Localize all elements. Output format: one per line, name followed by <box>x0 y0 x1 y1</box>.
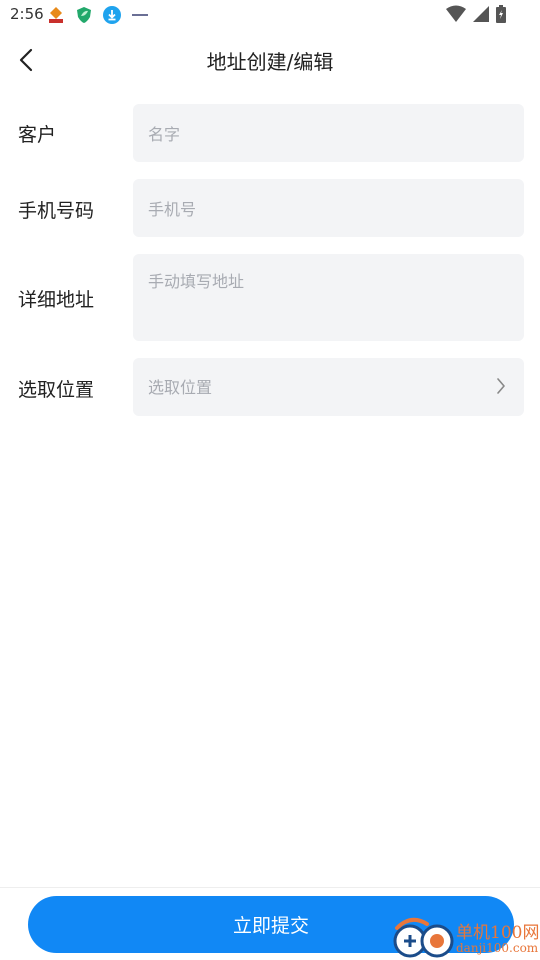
footer-divider <box>0 887 540 888</box>
phone-row: 手机号码 手机号 <box>0 179 540 237</box>
address-row: 详细地址 手动填写地址 <box>0 254 540 341</box>
battery-icon <box>496 5 506 27</box>
page-title: 地址创建/编辑 <box>206 50 334 74</box>
watermark: 单机100网 danji100.com <box>393 916 539 960</box>
status-time: 2:56 <box>10 5 44 23</box>
address-label: 详细地址 <box>18 289 95 311</box>
system-icons <box>446 5 506 27</box>
shield-leaf-icon <box>74 5 94 25</box>
customer-name-input[interactable]: 名字 <box>133 104 524 162</box>
small-logo-icon <box>130 5 150 25</box>
status-bar: 2:56 <box>0 0 540 30</box>
phone-placeholder: 手机号 <box>148 200 197 219</box>
notification-icons <box>46 5 150 25</box>
location-label: 选取位置 <box>18 379 95 401</box>
app-logo-icon <box>46 5 66 25</box>
watermark-logo <box>393 917 454 958</box>
submit-label: 立即提交 <box>232 915 309 937</box>
chevron-right-icon <box>497 378 505 394</box>
download-icon <box>102 5 122 25</box>
location-placeholder: 选取位置 <box>148 378 213 397</box>
customer-name-placeholder: 名字 <box>148 125 181 144</box>
header: 地址创建/编辑 <box>0 34 540 86</box>
customer-row: 客户 名字 <box>0 104 540 162</box>
watermark-sub: danji100.com <box>456 941 539 955</box>
address-placeholder: 手动填写地址 <box>148 272 245 291</box>
address-textarea[interactable]: 手动填写地址 <box>133 254 524 341</box>
location-row: 选取位置 选取位置 <box>0 358 540 416</box>
phone-label: 手机号码 <box>18 200 95 222</box>
location-picker[interactable]: 选取位置 <box>133 358 524 416</box>
signal-icon <box>472 5 490 27</box>
wifi-icon <box>446 5 466 27</box>
watermark-text: 单机100网 <box>456 923 540 943</box>
phone-input[interactable]: 手机号 <box>133 179 524 237</box>
customer-label: 客户 <box>18 124 57 146</box>
